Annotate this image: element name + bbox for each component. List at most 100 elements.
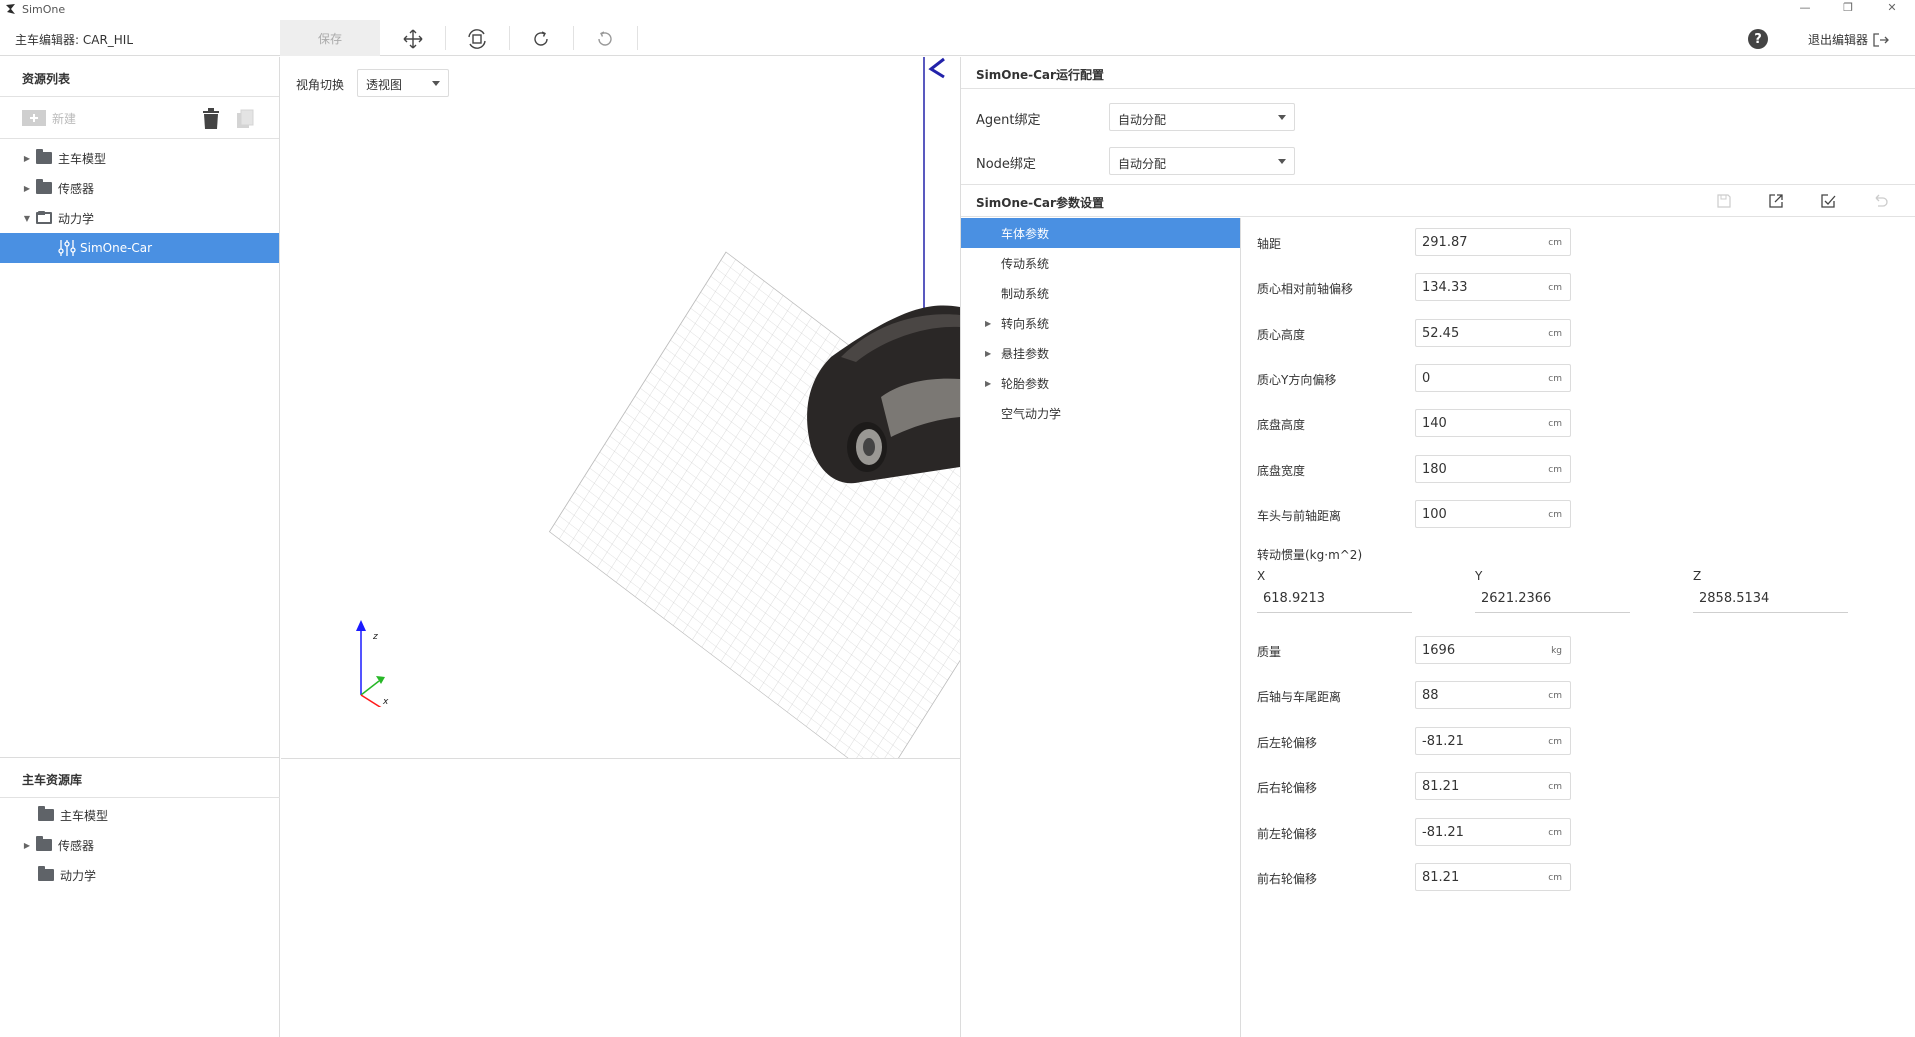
param-settings-header: SimOne-Car参数设置 (961, 184, 1915, 217)
move-icon[interactable] (402, 28, 424, 50)
inertia-y-input[interactable]: 2621.2366 (1475, 589, 1630, 613)
caret-right-icon[interactable]: ▶ (985, 319, 991, 328)
view-mode-select[interactable]: 透视图 (357, 69, 449, 97)
param-unit: kg (1551, 646, 1562, 656)
param-unit: cm (1548, 419, 1562, 429)
caret-right-icon[interactable]: ▶ (22, 184, 32, 193)
reset-view-icon[interactable] (466, 28, 488, 50)
library-item-sensors[interactable]: ▶ 传感器 (0, 830, 280, 860)
node-binding-label: Node绑定 (976, 157, 1036, 172)
tree-item-simone-car[interactable]: SimOne-Car (0, 233, 279, 263)
help-icon[interactable]: ? (1748, 29, 1768, 49)
tree-item-sensors[interactable]: ▶ 传感器 (0, 173, 279, 203)
body-params-form: 轴距 291.87 cm 质心相对前轴偏移 134.33 cm 质心高度 52.45 cm … (1242, 218, 1915, 1037)
tree-item-dynamics[interactable]: ▼ 动力学 (0, 203, 279, 233)
exit-editor-label: 退出编辑器 (1808, 33, 1869, 47)
new-label: 新建 (52, 111, 77, 126)
param-input[interactable]: 291.87 cm (1415, 228, 1571, 256)
param-input[interactable]: 52.45 cm (1415, 319, 1571, 347)
folder-icon (36, 149, 52, 164)
node-binding-select[interactable]: 自动分配 (1109, 147, 1295, 175)
caret-right-icon[interactable]: ▶ (985, 349, 991, 358)
caret-down-icon[interactable]: ▼ (22, 214, 32, 223)
param-value: 52.45 (1422, 326, 1460, 341)
restore-button[interactable]: ❐ (1838, 1, 1858, 14)
close-button[interactable]: ✕ (1882, 1, 1902, 14)
category-suspension[interactable]: ▶ 悬挂参数 (961, 338, 1240, 368)
category-drivetrain[interactable]: 传动系统 (961, 248, 1240, 278)
rotate-ccw-icon[interactable] (594, 28, 616, 50)
param-label: 质心Y方向偏移 (1257, 373, 1337, 387)
folder-icon (36, 836, 52, 851)
library-item-dynamics[interactable]: 动力学 (0, 860, 280, 890)
resource-panel: 资源列表 新建 ▶ 主车模型 ▶ 传感器 ▼ 动力学 SimOne-Car (0, 57, 280, 1037)
inertia-x-input[interactable]: 618.9213 (1257, 589, 1412, 613)
tree-item-vehicle-model[interactable]: ▶ 主车模型 (0, 143, 279, 173)
edit-icon[interactable] (1820, 193, 1836, 209)
settings-sliders-icon (58, 240, 76, 256)
param-row: 后轴与车尾距离 88 cm (1257, 681, 1587, 709)
category-steering[interactable]: ▶ 转向系统 (961, 308, 1240, 338)
param-unit: cm (1548, 510, 1562, 520)
param-value: -81.21 (1422, 734, 1464, 749)
category-label: 转向系统 (1001, 316, 1050, 331)
inertia-z-input[interactable]: 2858.5134 (1693, 589, 1848, 613)
param-input[interactable]: 134.33 cm (1415, 273, 1571, 301)
export-icon[interactable] (1768, 193, 1784, 209)
toolbar-divider (573, 26, 574, 50)
param-row: 轴距 291.87 cm (1257, 228, 1587, 256)
category-body-params[interactable]: 车体参数 (961, 218, 1240, 248)
category-label: 空气动力学 (1001, 406, 1062, 421)
3d-viewport[interactable]: 视角切换 透视图 z x (281, 57, 960, 759)
param-unit: cm (1548, 873, 1562, 883)
new-button[interactable]: 新建 (22, 109, 76, 127)
tree-item-label: SimOne-Car (80, 241, 153, 255)
param-value: 88 (1422, 688, 1439, 703)
library-item-vehicle-model[interactable]: 主车模型 (0, 800, 280, 830)
param-input[interactable]: 81.21 cm (1415, 863, 1571, 891)
tree-item-label: 传感器 (58, 181, 95, 196)
param-value: 291.87 (1422, 235, 1468, 250)
category-aerodynamics[interactable]: 空气动力学 (961, 398, 1240, 428)
param-input[interactable]: 140 cm (1415, 409, 1571, 437)
caret-right-icon[interactable]: ▶ (22, 154, 32, 163)
minimize-button[interactable]: — (1795, 1, 1815, 14)
title-bar: SimOne — ❐ ✕ (0, 0, 1915, 20)
param-value: -81.21 (1422, 825, 1464, 840)
param-input[interactable]: 180 cm (1415, 455, 1571, 483)
param-value: 100 (1422, 507, 1447, 522)
inertia-x: X 618.9213 (1257, 569, 1412, 613)
param-input[interactable]: 100 cm (1415, 500, 1571, 528)
param-label: 前右轮偏移 (1257, 872, 1318, 886)
z-axis-label: z (372, 632, 378, 642)
save-params-icon[interactable] (1716, 193, 1732, 209)
category-braking[interactable]: 制动系统 (961, 278, 1240, 308)
inertia-y-label: Y (1475, 569, 1483, 583)
caret-right-icon[interactable]: ▶ (22, 841, 32, 850)
agent-binding-select[interactable]: 自动分配 (1109, 103, 1295, 131)
param-unit: cm (1548, 828, 1562, 838)
param-value: 81.21 (1422, 779, 1460, 794)
param-input[interactable]: 88 cm (1415, 681, 1571, 709)
config-panel: SimOne-Car运行配置 Agent绑定 自动分配 Node绑定 自动分配 … (960, 57, 1915, 1037)
caret-right-icon[interactable]: ▶ (985, 379, 991, 388)
copy-icon[interactable] (236, 109, 256, 129)
param-input[interactable]: 81.21 cm (1415, 772, 1571, 800)
undo-icon[interactable] (1872, 193, 1888, 209)
param-value: 1696 (1422, 643, 1456, 658)
delete-icon[interactable] (202, 108, 220, 130)
rotate-cw-icon[interactable] (530, 28, 552, 50)
param-input[interactable]: 0 cm (1415, 364, 1571, 392)
param-input[interactable]: 1696 kg (1415, 636, 1571, 664)
param-input[interactable]: -81.21 cm (1415, 727, 1571, 755)
save-button[interactable]: 保存 (280, 20, 380, 56)
param-unit: cm (1548, 691, 1562, 701)
run-config-title: SimOne-Car运行配置 (961, 57, 1915, 89)
vehicle-library: 主车资源库 主车模型 ▶ 传感器 动力学 (0, 758, 280, 890)
view-switch-label: 视角切换 (296, 78, 345, 92)
exit-editor-button[interactable]: 退出编辑器 (1808, 31, 1890, 48)
param-input[interactable]: -81.21 cm (1415, 818, 1571, 846)
category-label: 车体参数 (1001, 226, 1050, 241)
param-label: 底盘宽度 (1257, 464, 1306, 478)
category-tires[interactable]: ▶ 轮胎参数 (961, 368, 1240, 398)
